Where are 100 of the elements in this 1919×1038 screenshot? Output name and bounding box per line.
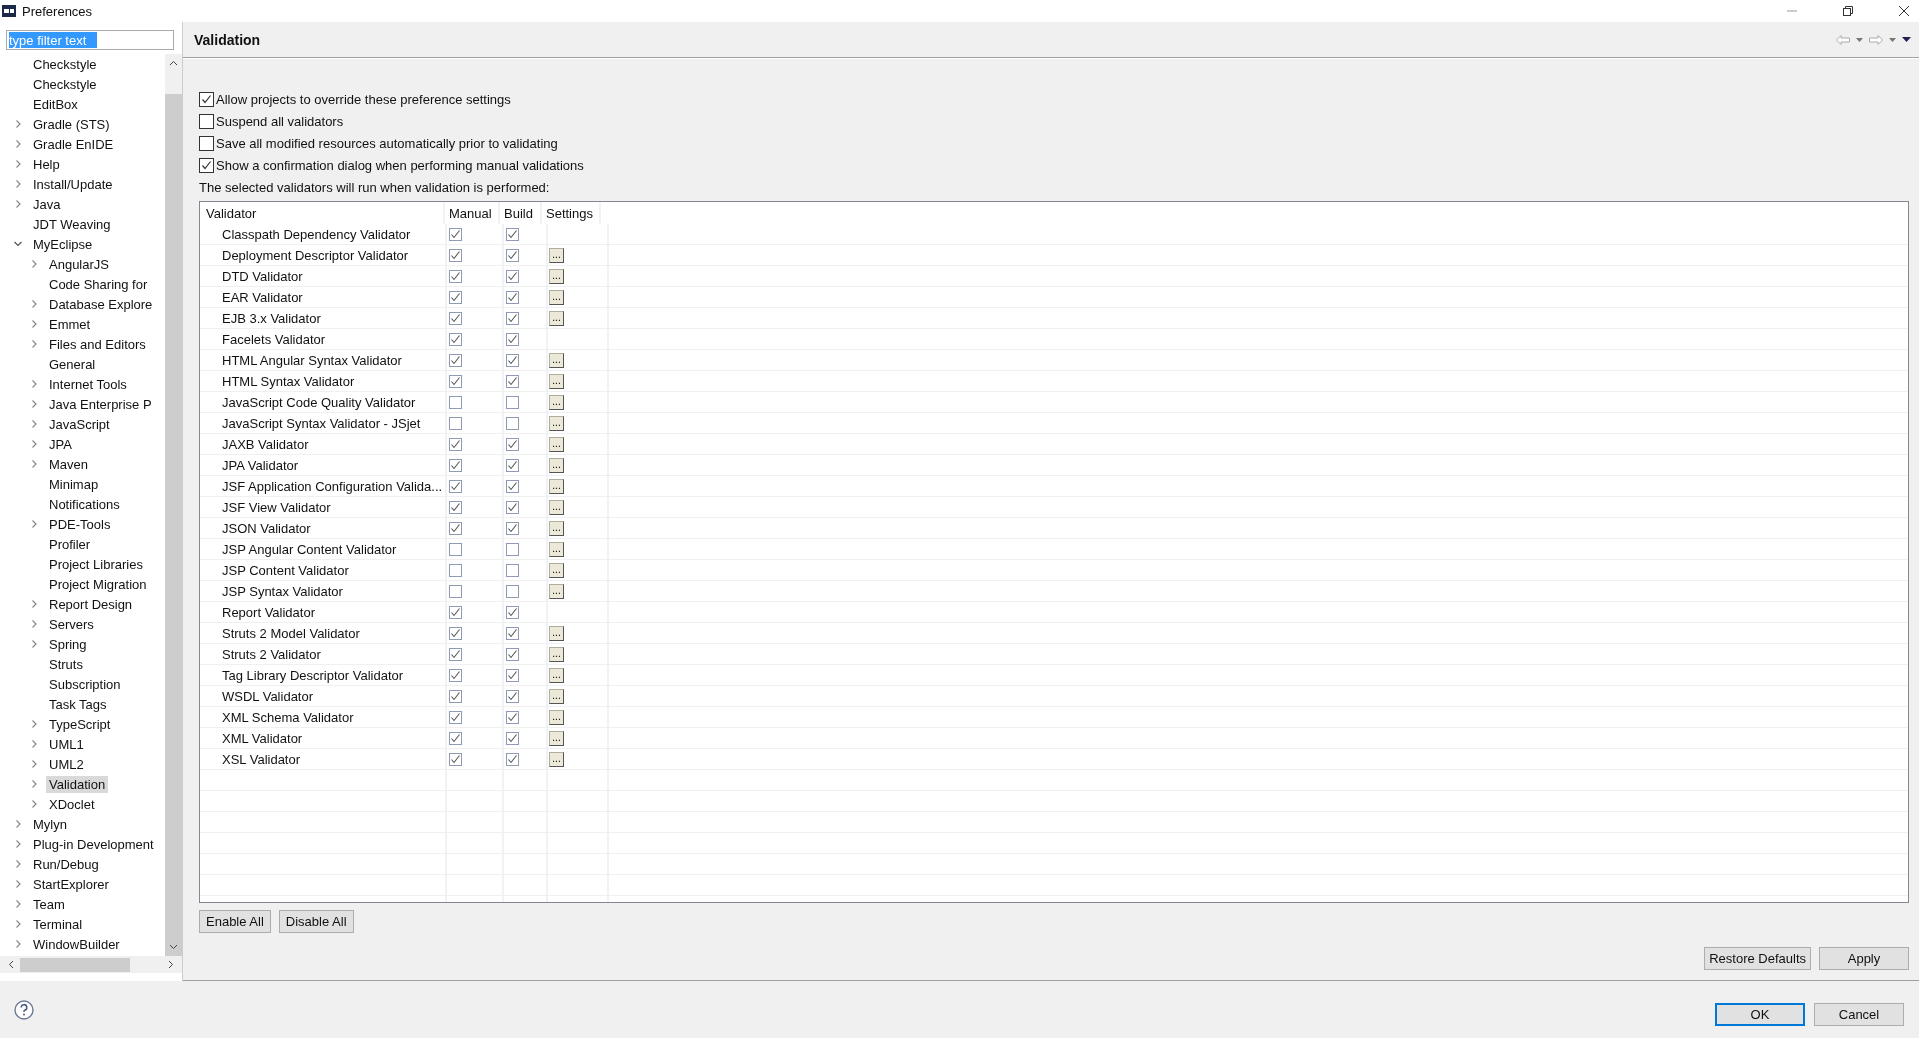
settings-button[interactable]: ... [549,730,564,746]
checkbox[interactable] [449,710,462,724]
checkbox[interactable] [449,227,462,241]
dropdown-icon[interactable] [1856,37,1863,42]
tree-item[interactable]: TypeScript [46,715,114,733]
settings-button[interactable]: ... [549,415,564,431]
scroll-up-icon[interactable] [169,60,178,66]
checkbox[interactable] [449,248,462,262]
tree-item[interactable]: JDT Weaving [30,215,114,233]
page-button[interactable]: Apply [1819,947,1909,970]
checkbox[interactable] [506,458,519,472]
checkbox[interactable] [449,521,462,535]
checkbox[interactable] [449,563,462,577]
tree-item[interactable]: Gradle EnIDE [30,135,117,153]
checkbox[interactable] [449,626,462,640]
checkbox[interactable] [506,353,519,367]
settings-button[interactable]: ... [549,310,564,326]
table-button[interactable]: Disable All [278,910,354,933]
tree-item[interactable]: Internet Tools [46,375,130,393]
checkbox[interactable] [506,500,519,514]
checkbox[interactable] [506,374,519,388]
scroll-left-icon[interactable] [8,960,14,969]
checkbox[interactable] [506,227,519,241]
checkbox[interactable] [506,647,519,661]
horizontal-scrollbar[interactable] [0,956,182,973]
checkbox[interactable] [449,416,462,430]
settings-button[interactable]: ... [549,247,564,263]
checkbox[interactable] [506,479,519,493]
help-icon[interactable] [14,999,34,1020]
checkbox[interactable] [449,458,462,472]
tree-item[interactable]: Checkstyle [30,55,100,73]
tree-item[interactable]: Database Explore [46,295,156,313]
tree-item[interactable]: EditBox [30,95,81,113]
tree-item[interactable]: Task Tags [46,695,110,713]
tree-item[interactable]: WindowBuilder [30,935,123,953]
checkbox[interactable] [506,395,519,409]
column-header[interactable]: Settings [542,202,601,224]
tree-item[interactable]: Java [30,195,64,213]
checkbox[interactable] [449,605,462,619]
tree-item[interactable]: Team [30,895,68,913]
vertical-scrollbar[interactable] [165,54,182,956]
settings-button[interactable]: ... [549,436,564,452]
checkbox[interactable] [449,752,462,766]
tree-item[interactable]: Notifications [46,495,123,513]
tree-item[interactable]: Mylyn [30,815,70,833]
checkbox[interactable] [506,731,519,745]
option-label[interactable]: Allow projects to override these preference settings [216,91,511,107]
checkbox[interactable] [506,248,519,262]
settings-button[interactable]: ... [549,268,564,284]
option-label[interactable]: Show a confirmation dialog when performing manual validations [216,157,584,173]
settings-button[interactable]: ... [549,289,564,305]
column-header[interactable]: Manual [445,202,500,224]
settings-button[interactable]: ... [549,352,564,368]
checkbox[interactable] [449,437,462,451]
restore-icon[interactable] [1843,6,1853,16]
close-icon[interactable] [1899,6,1909,16]
tree-item[interactable]: Struts [46,655,86,673]
settings-button[interactable]: ... [549,625,564,641]
tree-item[interactable]: Checkstyle [30,75,100,93]
settings-button[interactable]: ... [549,709,564,725]
checkbox[interactable] [506,290,519,304]
page-button[interactable]: Restore Defaults [1704,947,1811,970]
tree-item[interactable]: Project Libraries [46,555,146,573]
checkbox[interactable] [506,416,519,430]
tree-item[interactable]: Validation [46,775,109,793]
tree-item[interactable]: Help [30,155,63,173]
tree-item[interactable]: Profiler [46,535,94,553]
checkbox[interactable] [449,290,462,304]
settings-button[interactable]: ... [549,541,564,557]
tree-item[interactable]: Emmet [46,315,94,333]
checkbox[interactable] [506,332,519,346]
checkbox[interactable] [506,605,519,619]
checkbox[interactable] [199,135,214,151]
scroll-down-icon[interactable] [169,944,178,950]
checkbox[interactable] [449,311,462,325]
checkbox[interactable] [449,689,462,703]
settings-button[interactable]: ... [549,646,564,662]
tree-item[interactable]: Files and Editors [46,335,149,353]
settings-button[interactable]: ... [549,751,564,767]
checkbox[interactable] [449,479,462,493]
tree-item[interactable]: MyEclipse [30,235,96,253]
dialog-button[interactable]: Cancel [1814,1003,1904,1026]
checkbox[interactable] [449,731,462,745]
checkbox[interactable] [449,332,462,346]
checkbox[interactable] [506,710,519,724]
column-header[interactable]: Build [500,202,542,224]
tree-item[interactable]: Code Sharing for [46,275,151,293]
tree-item[interactable]: Project Migration [46,575,150,593]
checkbox[interactable] [449,395,462,409]
checkbox[interactable] [449,374,462,388]
tree-item[interactable]: Spring [46,635,90,653]
tree-item[interactable]: Gradle (STS) [30,115,113,133]
tree-item[interactable]: UML1 [46,735,87,753]
settings-button[interactable]: ... [549,373,564,389]
checkbox[interactable] [199,157,214,173]
option-label[interactable]: Suspend all validators [216,113,344,129]
settings-button[interactable]: ... [549,562,564,578]
tree-item[interactable]: JavaScript [46,415,113,433]
tree-item[interactable]: Report Design [46,595,136,613]
checkbox[interactable] [506,584,519,598]
